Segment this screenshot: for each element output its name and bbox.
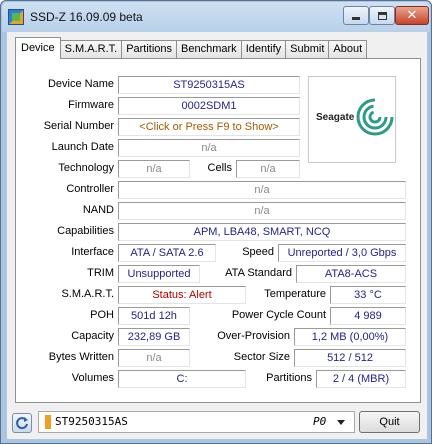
minimize-icon [352,17,360,20]
volumes-value: C: [118,370,246,388]
temperature-value: 33 °C [330,286,406,304]
tab-submit[interactable]: Submit [285,40,330,59]
serial-number-value[interactable]: <Click or Press F9 to Show> [118,118,300,136]
firmware-value: 0002SDM1 [118,97,300,115]
tab-bar: Device S.M.A.R.T. Partitions Benchmark I… [15,37,368,59]
interface-label: Interface [71,246,114,258]
volumes-label: Volumes [71,372,114,384]
over-provision-value: 1,2 MB (0,00%) [294,328,406,346]
launch-date-value: n/a [118,139,300,157]
power-cycle-label: Power Cycle Count [231,309,326,321]
trim-value: Unsupported [118,265,200,283]
minimize-button[interactable] [343,6,369,25]
device-name-label: Device Name [47,78,114,90]
smart-status-value: Status: Alert [118,286,246,304]
drive-color-indicator [45,415,51,429]
brand-logo: Seagate [308,76,396,163]
tab-partitions[interactable]: Partitions [121,40,178,59]
controller-value: n/a [118,181,406,199]
title-bar[interactable]: SSD-Z 16.09.09 beta ✕ [2,2,430,32]
bytes-written-value: n/a [118,349,190,367]
tab-smart[interactable]: S.M.A.R.T. [59,40,123,59]
speed-label: Speed [242,246,274,258]
device-name-value: ST9250315AS [118,76,300,94]
close-button[interactable]: ✕ [395,6,429,25]
interface-value: ATA / SATA 2.6 [118,244,216,262]
brand-logo-text: Seagate [316,112,355,123]
maximize-icon [377,11,387,20]
over-provision-label: Over-Provision [217,330,290,342]
smart-label: S.M.A.R.T. [61,288,114,300]
ata-standard-value: ATA8-ACS [296,265,406,283]
partitions-value: 2 / 4 (MBR) [316,370,406,388]
tab-identify[interactable]: Identify [240,40,287,59]
launch-date-label: Launch Date [51,141,114,153]
capabilities-value: APM, LBA48, SMART, NCQ [118,223,406,241]
drive-select[interactable]: ST9250315AS P0 [38,411,355,433]
capacity-value: 232,89 GB [118,328,190,346]
chevron-down-icon [337,420,345,425]
temperature-label: Temperature [264,288,326,300]
technology-label: Technology [58,162,114,174]
tab-device[interactable]: Device [15,37,61,59]
trim-label: TRIM [87,267,114,279]
partitions-label: Partitions [266,372,312,384]
speed-value: Unreported / 3,0 Gbps [278,244,406,262]
nand-label: NAND [82,204,114,216]
controller-label: Controller [66,183,114,195]
app-icon [8,9,24,25]
technology-value: n/a [118,160,190,178]
nand-value: n/a [118,202,406,220]
close-icon: ✕ [406,8,418,23]
tab-about[interactable]: About [328,40,368,59]
drive-port: P0 [313,415,327,428]
capacity-label: Capacity [71,330,114,342]
ata-standard-label: ATA Standard [225,267,292,279]
bottom-bar: ST9250315AS P0 Quit [7,406,427,439]
sector-size-value: 512 / 512 [294,349,406,367]
capabilities-label: Capabilities [57,225,114,237]
bytes-written-label: Bytes Written [48,351,114,363]
sector-size-label: Sector Size [233,351,290,363]
cells-value: n/a [236,160,300,178]
tab-benchmark[interactable]: Benchmark [176,40,242,59]
quit-button[interactable]: Quit [359,411,420,433]
drive-select-value: ST9250315AS [55,415,128,428]
window-title: SSD-Z 16.09.09 beta [30,10,143,24]
poh-label: POH [90,309,114,321]
serial-number-label: Serial Number [43,120,114,132]
cells-label: Cells [207,162,232,174]
refresh-button[interactable] [12,413,32,433]
power-cycle-value: 4 989 [330,307,406,325]
firmware-label: Firmware [68,99,114,111]
app-window: SSD-Z 16.09.09 beta ✕ Device S.M.A.R.T. … [0,0,432,444]
refresh-icon [16,417,28,430]
poh-value: 501d 12h [118,307,190,325]
seagate-logo-icon [356,98,394,136]
maximize-button[interactable] [369,6,395,25]
device-panel: Device Name ST9250315AS Firmware 0002SDM… [15,58,421,403]
client-area: Device S.M.A.R.T. Partitions Benchmark I… [7,32,427,439]
